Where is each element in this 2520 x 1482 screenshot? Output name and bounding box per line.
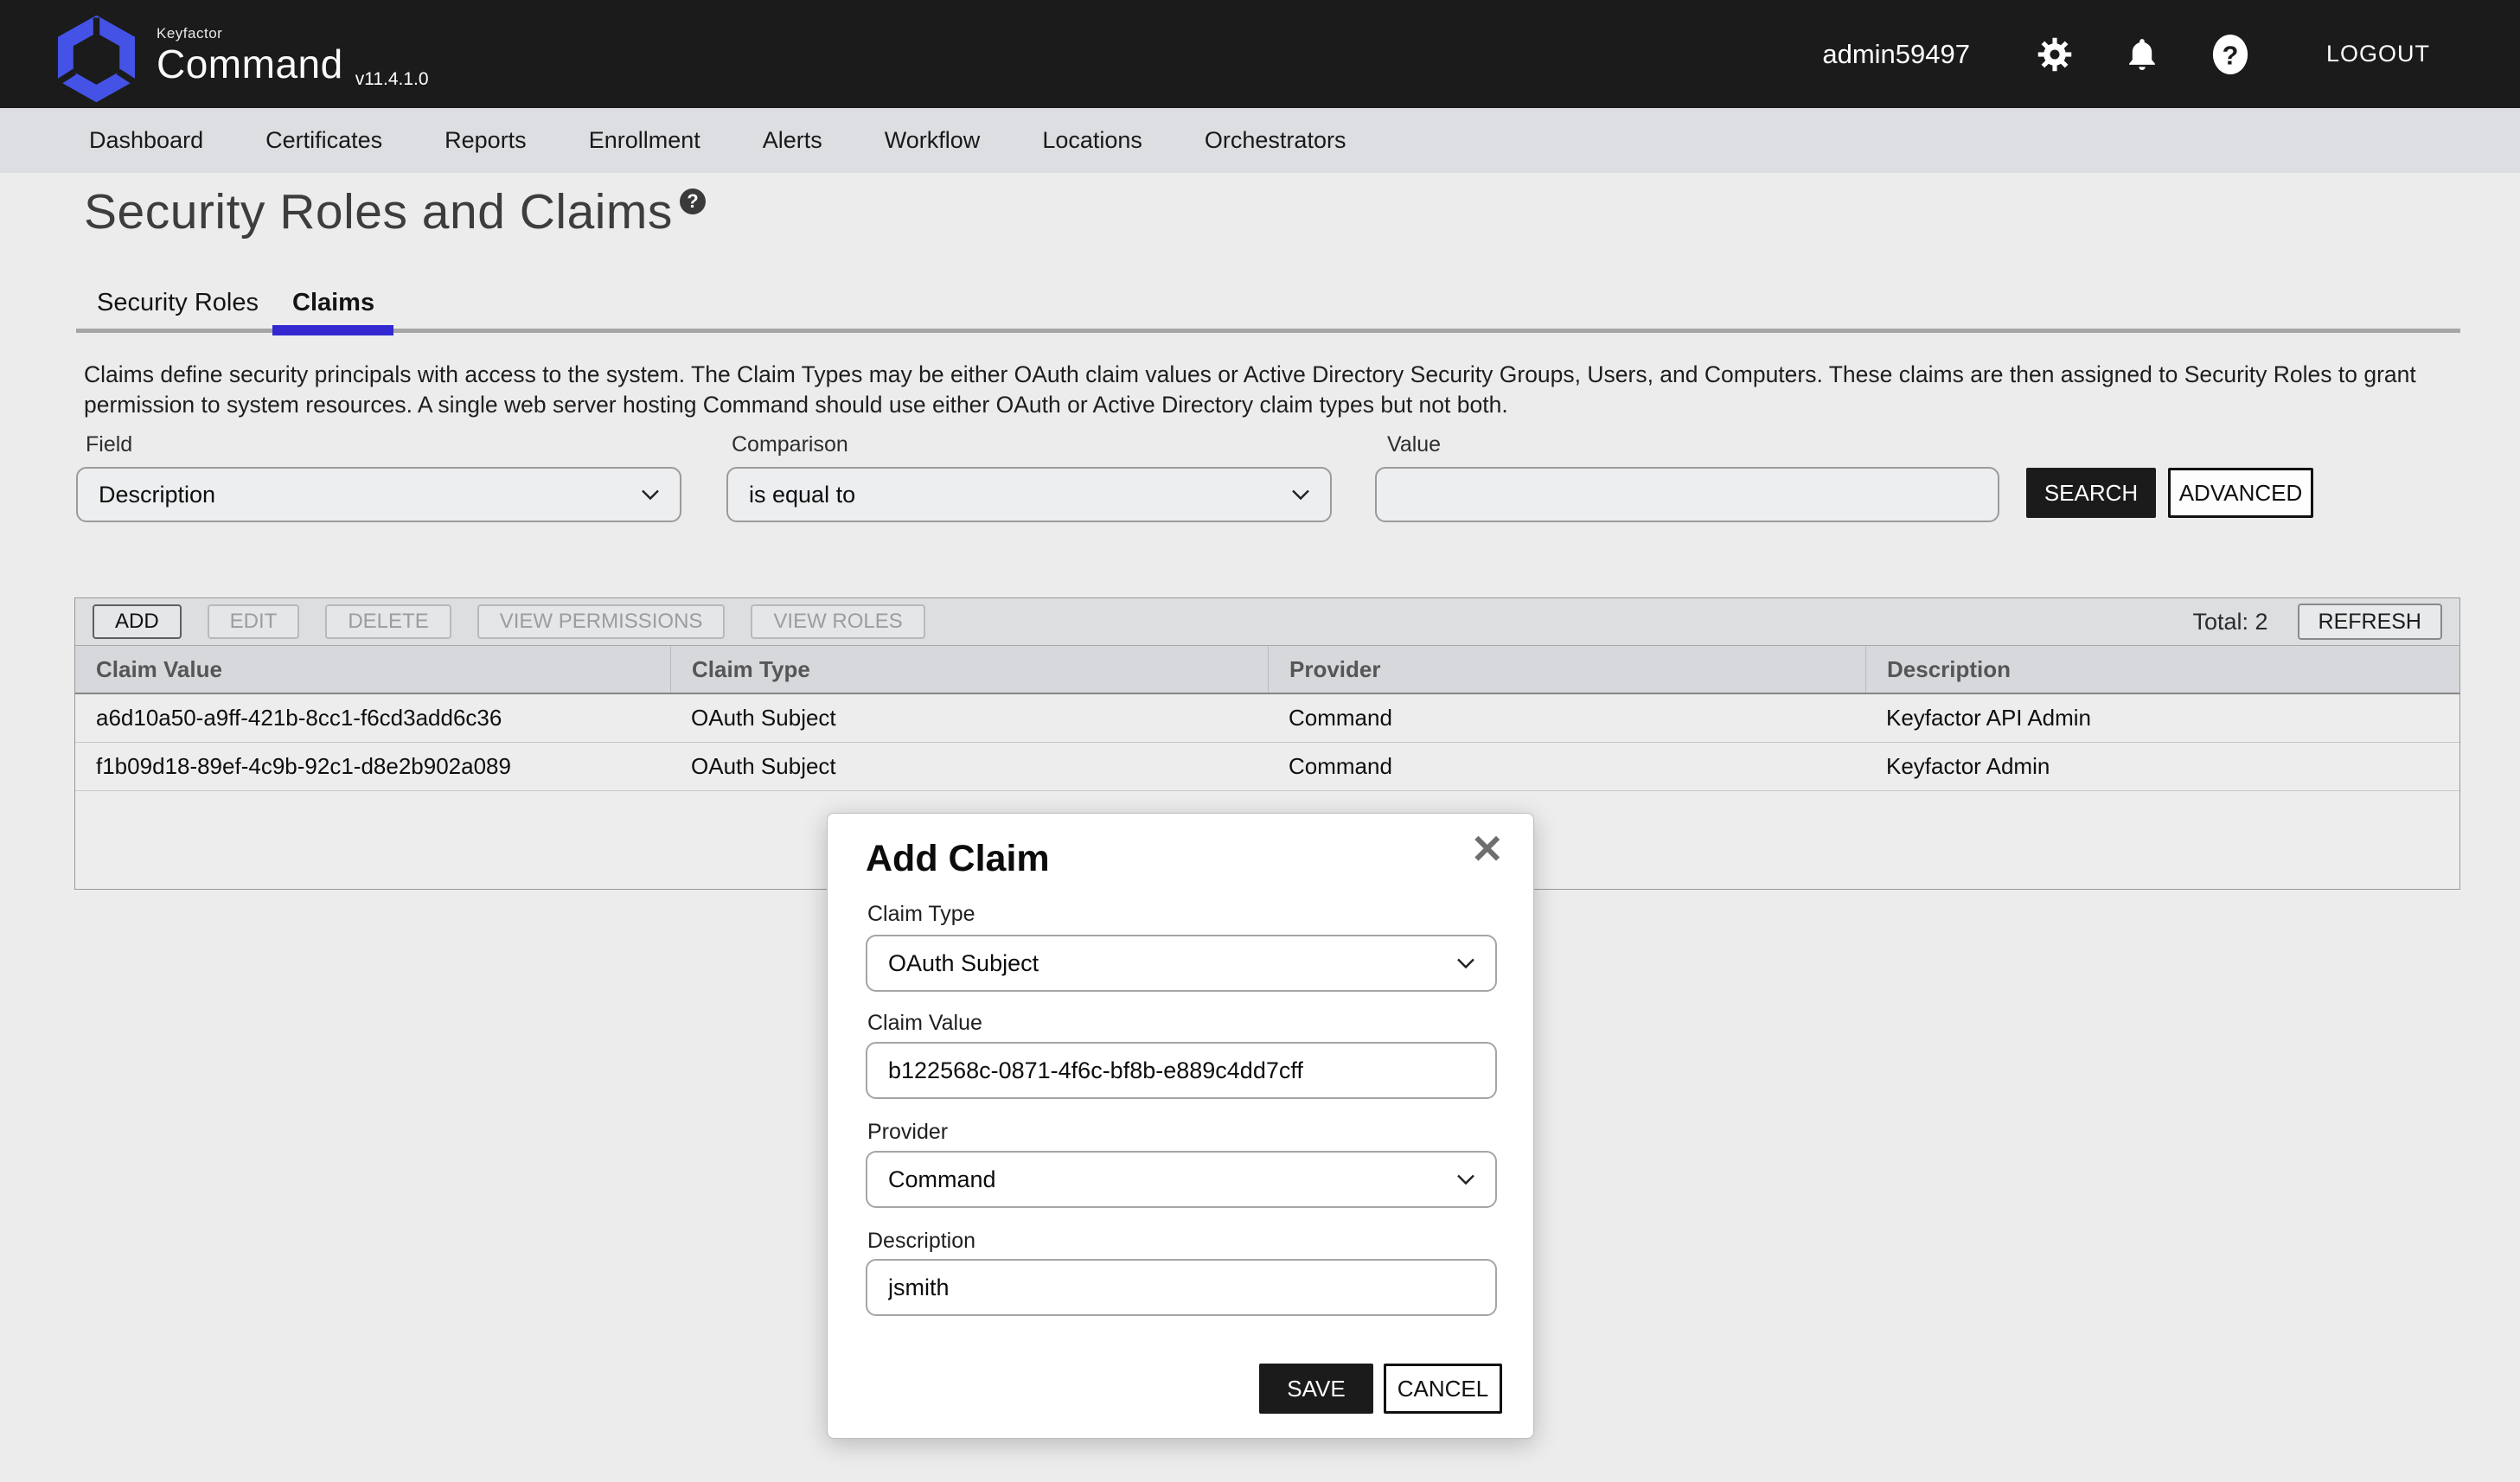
main-nav: Dashboard Certificates Reports Enrollmen…	[0, 108, 2520, 173]
provider-select[interactable]: Command	[866, 1151, 1497, 1208]
grid-header-row: Claim Value Claim Type Provider Descript…	[75, 646, 2459, 694]
comparison-select-wrap: is equal to	[726, 467, 1332, 522]
table-row[interactable]: f1b09d18-89ef-4c9b-92c1-d8e2b902a089 OAu…	[75, 743, 2459, 791]
advanced-button[interactable]: ADVANCED	[2168, 468, 2313, 518]
cell-provider: Command	[1268, 694, 1865, 742]
claim-value-input-wrap	[866, 1042, 1497, 1099]
claim-value-label: Claim Value	[867, 1011, 982, 1036]
settings-button[interactable]	[2036, 35, 2074, 73]
cell-claim-value: a6d10a50-a9ff-421b-8cc1-f6cd3add6c36	[75, 694, 670, 742]
claim-type-select-wrap: OAuth Subject	[866, 935, 1497, 992]
help-button[interactable]: ?	[2210, 33, 2250, 76]
value-input[interactable]	[1375, 467, 1999, 522]
search-button[interactable]: SEARCH	[2026, 468, 2156, 518]
table-row[interactable]: a6d10a50-a9ff-421b-8cc1-f6cd3add6c36 OAu…	[75, 694, 2459, 743]
nav-item-dashboard[interactable]: Dashboard	[89, 127, 203, 154]
comparison-select[interactable]: is equal to	[726, 467, 1332, 522]
grid-toolbar-right: Total: 2 REFRESH	[2192, 604, 2442, 640]
modal-title: Add Claim	[866, 838, 1050, 880]
active-tab-indicator	[272, 325, 393, 335]
cancel-button[interactable]: CANCEL	[1384, 1364, 1502, 1414]
tab-divider	[76, 329, 2460, 333]
logout-button[interactable]: LOGOUT	[2326, 41, 2430, 67]
app-version: v11.4.1.0	[355, 69, 429, 90]
refresh-button[interactable]: REFRESH	[2298, 604, 2442, 640]
value-input-wrap	[1375, 467, 1999, 522]
nav-item-certificates[interactable]: Certificates	[265, 127, 382, 154]
field-select-wrap: Description	[76, 467, 681, 522]
column-header-claim-value[interactable]: Claim Value	[75, 646, 670, 693]
page-help-icon[interactable]: ?	[680, 188, 706, 214]
description-label: Description	[867, 1229, 975, 1254]
cell-provider: Command	[1268, 743, 1865, 790]
save-button[interactable]: SAVE	[1259, 1364, 1373, 1414]
bell-icon	[2124, 35, 2160, 73]
top-bar: Keyfactor Command v11.4.1.0 admin59497	[0, 0, 2520, 108]
cell-description: Keyfactor API Admin	[1865, 694, 2459, 742]
username-label: admin59497	[1822, 39, 1970, 70]
cell-claim-value: f1b09d18-89ef-4c9b-92c1-d8e2b902a089	[75, 743, 670, 790]
tab-claims[interactable]: Claims	[292, 289, 374, 317]
gear-icon	[2036, 35, 2074, 73]
brand-text: Keyfactor Command	[157, 26, 343, 84]
view-permissions-button[interactable]: VIEW PERMISSIONS	[477, 604, 726, 639]
keyfactor-logo-icon	[55, 16, 138, 102]
description-input[interactable]	[866, 1259, 1497, 1316]
cell-claim-type: OAuth Subject	[670, 743, 1268, 790]
claim-value-input[interactable]	[866, 1042, 1497, 1099]
nav-item-locations[interactable]: Locations	[1042, 127, 1142, 154]
brand-command: Command	[157, 44, 343, 84]
nav-item-reports[interactable]: Reports	[445, 127, 527, 154]
total-count-label: Total: 2	[2192, 609, 2267, 636]
tab-security-roles[interactable]: Security Roles	[97, 289, 259, 317]
close-icon[interactable]: ✕	[1470, 829, 1504, 869]
nav-item-alerts[interactable]: Alerts	[763, 127, 822, 154]
brand[interactable]: Keyfactor Command v11.4.1.0	[55, 7, 429, 102]
cell-description: Keyfactor Admin	[1865, 743, 2459, 790]
add-button[interactable]: ADD	[93, 604, 182, 639]
top-bar-actions: admin59497	[1822, 0, 2430, 108]
brand-keyfactor: Keyfactor	[157, 26, 343, 41]
add-claim-modal: Add Claim ✕ Claim Type OAuth Subject Cla…	[827, 813, 1534, 1439]
notifications-button[interactable]	[2124, 35, 2160, 73]
question-circle-icon: ?	[2210, 33, 2250, 76]
svg-text:?: ?	[2223, 41, 2239, 70]
edit-button[interactable]: EDIT	[208, 604, 300, 639]
nav-item-enrollment[interactable]: Enrollment	[589, 127, 700, 154]
app-screen: Keyfactor Command v11.4.1.0 admin59497	[0, 0, 2520, 1482]
page-description: Claims define security principals with a…	[84, 360, 2419, 420]
provider-label: Provider	[867, 1120, 948, 1145]
page-heading: Security Roles and Claims ?	[84, 183, 706, 240]
value-label: Value	[1387, 432, 1441, 457]
delete-button[interactable]: DELETE	[325, 604, 451, 639]
cell-claim-type: OAuth Subject	[670, 694, 1268, 742]
nav-item-workflow[interactable]: Workflow	[885, 127, 981, 154]
field-select[interactable]: Description	[76, 467, 681, 522]
nav-item-orchestrators[interactable]: Orchestrators	[1205, 127, 1346, 154]
comparison-label: Comparison	[732, 432, 848, 457]
provider-select-wrap: Command	[866, 1151, 1497, 1208]
claim-type-label: Claim Type	[867, 902, 975, 927]
claim-type-select[interactable]: OAuth Subject	[866, 935, 1497, 992]
column-header-description[interactable]: Description	[1865, 646, 2459, 693]
column-header-provider[interactable]: Provider	[1268, 646, 1865, 693]
view-roles-button[interactable]: VIEW ROLES	[751, 604, 924, 639]
description-input-wrap	[866, 1259, 1497, 1316]
page-title: Security Roles and Claims	[84, 183, 673, 240]
column-header-claim-type[interactable]: Claim Type	[670, 646, 1268, 693]
field-label: Field	[86, 432, 132, 457]
grid-toolbar: ADD EDIT DELETE VIEW PERMISSIONS VIEW RO…	[75, 598, 2459, 646]
